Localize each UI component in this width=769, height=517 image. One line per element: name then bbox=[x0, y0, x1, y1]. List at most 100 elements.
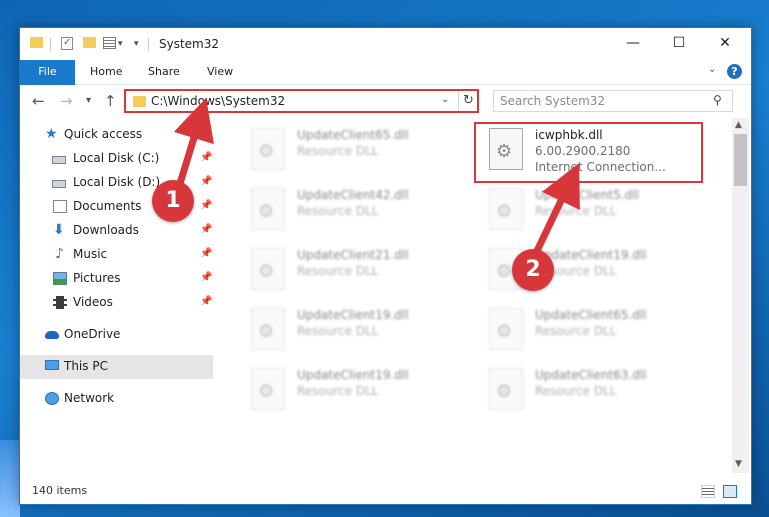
sidebar-item-label: Videos bbox=[73, 295, 113, 309]
file-name: UpdateClient65.dll bbox=[297, 128, 409, 142]
search-icon[interactable]: ⚲ bbox=[713, 93, 722, 107]
file-item[interactable]: UpdateClient5.dll Resource DLL bbox=[481, 184, 701, 240]
search-input[interactable]: Search System32 ⚲ bbox=[493, 90, 733, 112]
file-item[interactable]: UpdateClient19.dll Resource DLL bbox=[243, 304, 463, 360]
tab-home[interactable]: Home bbox=[90, 60, 122, 85]
help-icon[interactable]: ? bbox=[727, 64, 742, 79]
star-icon: ★ bbox=[45, 126, 58, 142]
pin-icon[interactable]: 📌 bbox=[200, 200, 212, 211]
sidebar-item-label: Local Disk (C:) bbox=[73, 151, 160, 165]
dll-file-icon bbox=[251, 188, 285, 230]
customize-toolbar-icon[interactable]: ▾ bbox=[134, 39, 139, 49]
recent-locations-icon[interactable]: ▾ bbox=[86, 95, 91, 106]
this-pc-icon bbox=[45, 360, 59, 370]
sidebar-item-label: OneDrive bbox=[64, 327, 121, 341]
details-view-icon[interactable] bbox=[701, 485, 715, 498]
tiles-view-icon[interactable] bbox=[723, 485, 737, 498]
file-name: UpdateClient42.dll bbox=[297, 188, 409, 202]
address-path[interactable]: C:\Windows\System32 bbox=[151, 94, 285, 108]
navigation-bar: ← → ▾ ↑ C:\Windows\System32 ⌄ ↻ Search S… bbox=[20, 86, 751, 116]
dll-file-icon bbox=[489, 188, 523, 230]
scroll-up-icon[interactable]: ▲ bbox=[735, 120, 742, 130]
file-item[interactable]: UpdateClient19.dll Resource DLL bbox=[243, 364, 463, 420]
file-name: UpdateClient19.dll bbox=[297, 308, 409, 322]
separator bbox=[50, 38, 51, 51]
scroll-down-icon[interactable]: ▼ bbox=[735, 459, 742, 469]
step-2-badge: 2 bbox=[512, 249, 554, 291]
pictures-icon bbox=[53, 272, 67, 285]
address-bar[interactable]: C:\Windows\System32 ⌄ ↻ bbox=[124, 89, 479, 113]
downloads-icon: ⬇ bbox=[53, 222, 65, 238]
refresh-icon[interactable]: ↻ bbox=[458, 91, 478, 111]
pin-icon[interactable]: 📌 bbox=[200, 176, 212, 187]
navigation-pane: ★ Quick access Local Disk (C:) 📌 Local D… bbox=[20, 123, 213, 473]
pin-icon[interactable]: 📌 bbox=[200, 224, 212, 235]
sidebar-item-downloads[interactable]: ⬇ Downloads 📌 bbox=[20, 219, 213, 243]
sidebar-item-label: Quick access bbox=[64, 127, 143, 141]
minimize-button[interactable]: — bbox=[610, 28, 656, 60]
file-item[interactable]: UpdateClient65.dll Resource DLL bbox=[243, 124, 463, 180]
properties-icon[interactable] bbox=[103, 37, 116, 49]
chevron-down-icon[interactable]: ▾ bbox=[118, 39, 123, 49]
onedrive-icon bbox=[45, 331, 59, 339]
sidebar-item-label: Downloads bbox=[73, 223, 139, 237]
sidebar-item-quick-access[interactable]: ★ Quick access bbox=[20, 123, 213, 147]
file-explorer-window: ▾ ▾ System32 — ☐ ✕ File Home Share View … bbox=[19, 27, 752, 505]
maximize-button[interactable]: ☐ bbox=[656, 28, 702, 60]
up-arrow-icon[interactable]: ↑ bbox=[104, 92, 117, 110]
dll-file-icon bbox=[489, 308, 523, 350]
file-name: UpdateClient63.dll bbox=[535, 368, 647, 382]
sidebar-item-label: Documents bbox=[73, 199, 142, 213]
file-name: UpdateClient5.dll bbox=[535, 188, 639, 202]
forward-arrow-icon[interactable]: → bbox=[60, 92, 73, 110]
pin-icon[interactable]: 📌 bbox=[200, 272, 212, 283]
tab-file[interactable]: File bbox=[20, 60, 75, 85]
desktop-background bbox=[0, 440, 20, 517]
file-type: Resource DLL bbox=[535, 324, 617, 338]
scrollbar-thumb[interactable] bbox=[734, 134, 747, 186]
dll-file-icon bbox=[251, 308, 285, 350]
sidebar-item-network[interactable]: Network bbox=[20, 387, 213, 411]
item-count: 140 items bbox=[32, 484, 88, 497]
file-item[interactable]: UpdateClient21.dll Resource DLL bbox=[243, 244, 463, 300]
pin-icon[interactable]: 📌 bbox=[200, 152, 212, 163]
sidebar-item-label: Network bbox=[64, 391, 115, 405]
sidebar-item-pictures[interactable]: Pictures 📌 bbox=[20, 267, 213, 291]
chevron-down-icon[interactable]: ⌄ bbox=[441, 94, 449, 105]
file-highlight-box bbox=[474, 122, 703, 183]
tab-view[interactable]: View bbox=[207, 60, 233, 85]
file-type: Resource DLL bbox=[297, 324, 379, 338]
sidebar-item-onedrive[interactable]: OneDrive bbox=[20, 323, 213, 347]
step-1-badge: 1 bbox=[152, 180, 194, 222]
vertical-scrollbar[interactable]: ▲ ▼ bbox=[732, 118, 749, 473]
properties-check-icon[interactable] bbox=[61, 37, 73, 50]
close-button[interactable]: ✕ bbox=[702, 28, 748, 60]
file-item[interactable]: UpdateClient42.dll Resource DLL bbox=[243, 184, 463, 240]
sidebar-item-label: Local Disk (D:) bbox=[73, 175, 161, 189]
file-type: Resource DLL bbox=[535, 204, 617, 218]
folder-icon bbox=[133, 96, 146, 107]
title-bar: ▾ ▾ System32 — ☐ ✕ bbox=[20, 28, 751, 60]
pin-icon[interactable]: 📌 bbox=[200, 296, 212, 307]
sidebar-item-music[interactable]: ♪ Music 📌 bbox=[20, 243, 213, 267]
sidebar-item-this-pc[interactable]: This PC bbox=[20, 355, 213, 379]
videos-icon bbox=[53, 296, 67, 309]
sidebar-item-videos[interactable]: Videos 📌 bbox=[20, 291, 213, 315]
drive-icon bbox=[52, 156, 66, 164]
window-title: System32 bbox=[159, 37, 220, 51]
file-item[interactable]: UpdateClient63.dll Resource DLL bbox=[481, 364, 701, 420]
file-name: UpdateClient21.dll bbox=[297, 248, 409, 262]
sidebar-item-local-disk-c[interactable]: Local Disk (C:) 📌 bbox=[20, 147, 213, 171]
file-type: Resource DLL bbox=[535, 384, 617, 398]
new-folder-icon[interactable] bbox=[83, 37, 96, 48]
file-type: Resource DLL bbox=[297, 264, 379, 278]
sidebar-item-label: Music bbox=[73, 247, 108, 261]
file-item[interactable]: UpdateClient65.dll Resource DLL bbox=[481, 304, 701, 360]
file-type: Resource DLL bbox=[297, 384, 379, 398]
music-icon: ♪ bbox=[55, 246, 64, 262]
pin-icon[interactable]: 📌 bbox=[200, 248, 212, 259]
expand-ribbon-icon[interactable]: ⌄ bbox=[708, 64, 716, 75]
file-name: UpdateClient65.dll bbox=[535, 308, 647, 322]
tab-share[interactable]: Share bbox=[148, 60, 180, 85]
back-arrow-icon[interactable]: ← bbox=[32, 92, 45, 110]
